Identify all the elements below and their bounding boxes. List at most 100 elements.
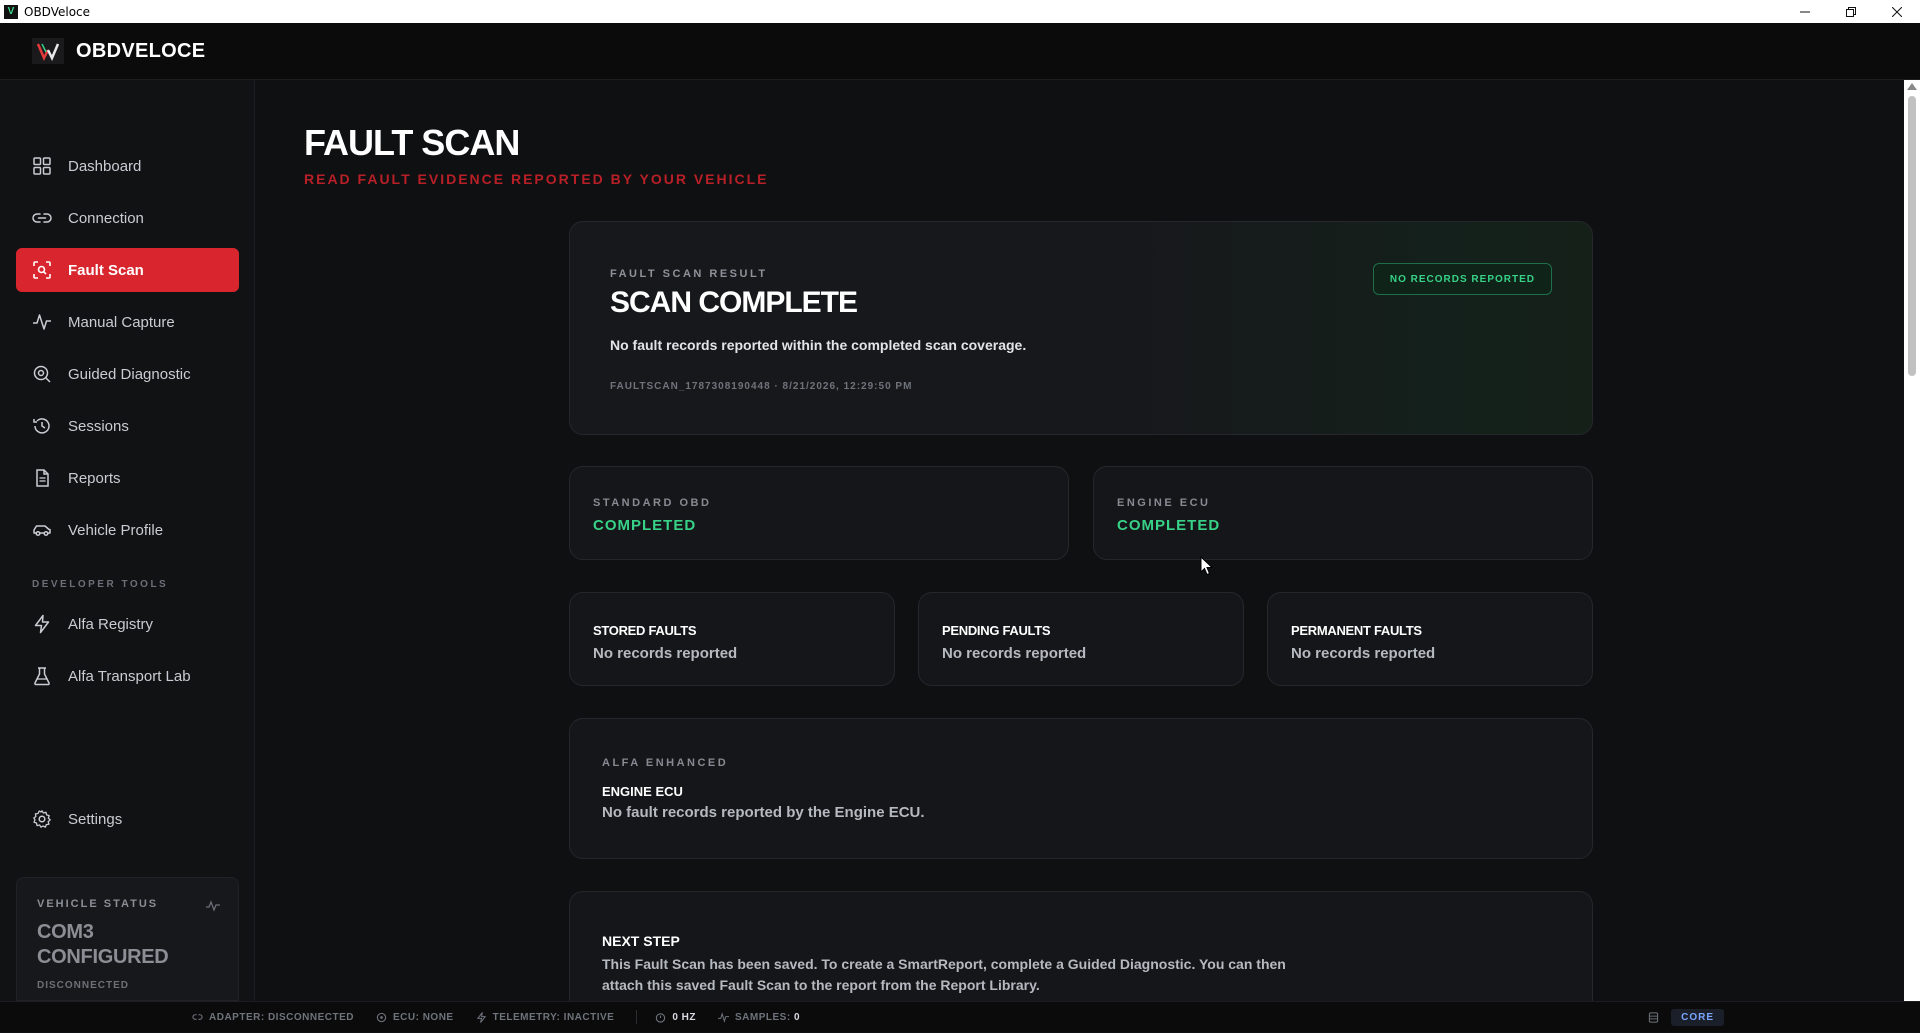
sidebar-item-label: Alfa Transport Lab <box>68 667 191 685</box>
sidebar-item-vehicle-profile[interactable]: Vehicle Profile <box>16 508 239 552</box>
pulse-icon <box>718 1011 730 1023</box>
window-titlebar: V OBDVeloce <box>0 0 1920 23</box>
document-icon <box>36 469 49 487</box>
ecu-status: ECU: NONE <box>376 1012 454 1023</box>
sidebar-item-connection[interactable]: Connection <box>16 196 239 240</box>
maximize-button[interactable] <box>1828 0 1874 23</box>
main-content: FAULT SCAN READ FAULT EVIDENCE REPORTED … <box>256 80 1904 1001</box>
fault-category-value: No records reported <box>593 645 738 662</box>
coverage-label: STANDARD OBD <box>593 497 712 509</box>
next-step-description: This Fault Scan has been saved. To creat… <box>602 956 1286 993</box>
result-meta: FAULTSCAN_1787308190448 · 8/21/2026, 12:… <box>610 381 913 392</box>
coverage-card-standard-obd: STANDARD OBD COMPLETED <box>569 466 1069 560</box>
next-step-heading: NEXT STEP <box>602 933 680 949</box>
sidebar: Dashboard Connection Fault Scan Manual C… <box>0 80 255 1001</box>
car-icon <box>33 525 51 537</box>
window-title: OBDVeloce <box>24 4 91 19</box>
coverage-value: COMPLETED <box>593 517 697 534</box>
result-description: No fault records reported within the com… <box>610 337 1027 353</box>
frequency-status: 0 HZ <box>655 1012 696 1023</box>
minimize-icon <box>1800 11 1810 12</box>
sidebar-item-label: Dashboard <box>68 157 142 175</box>
app-header: OBDVELOCE <box>0 23 1920 80</box>
result-heading: SCAN COMPLETE <box>610 286 858 319</box>
sidebar-item-dashboard[interactable]: Dashboard <box>16 144 239 188</box>
enhanced-label: ALFA ENHANCED <box>602 757 729 769</box>
sidebar-item-reports[interactable]: Reports <box>16 456 239 500</box>
sidebar-item-label: Connection <box>68 209 144 227</box>
scroll-up-icon[interactable] <box>1907 83 1917 90</box>
status-right: CORE <box>1648 1002 1724 1033</box>
enhanced-description: No fault records reported by the Engine … <box>602 804 925 821</box>
fault-category-value: No records reported <box>942 645 1087 662</box>
page-subtitle: READ FAULT EVIDENCE REPORTED BY YOUR VEH… <box>304 171 769 187</box>
history-icon <box>33 418 50 434</box>
sidebar-item-manual-capture[interactable]: Manual Capture <box>16 300 239 344</box>
app-icon: V <box>4 4 18 19</box>
coverage-card-engine-ecu: ENGINE ECU COMPLETED <box>1093 466 1593 560</box>
vehicle-status-value: COM3 CONFIGURED <box>37 921 169 968</box>
link-icon <box>192 1013 203 1020</box>
minimize-button[interactable] <box>1782 0 1828 23</box>
page-title: FAULT SCAN <box>304 122 520 163</box>
vehicle-status-label: VEHICLE STATUS <box>37 898 159 910</box>
bolt-icon <box>34 614 50 634</box>
result-label: FAULT SCAN RESULT <box>610 268 768 280</box>
gear-icon <box>33 810 51 828</box>
sidebar-item-sessions[interactable]: Sessions <box>16 404 239 448</box>
sidebar-item-label: Sessions <box>68 417 129 435</box>
database-icon <box>1648 1012 1659 1023</box>
grid-icon <box>33 157 51 175</box>
sidebar-item-label: Settings <box>68 810 123 828</box>
fault-category-label: PERMANENT FAULTS <box>1291 623 1422 638</box>
sidebar-item-label: Guided Diagnostic <box>68 365 191 383</box>
activity-icon <box>206 900 220 912</box>
close-icon <box>1892 6 1902 17</box>
developer-tools-label: DEVELOPER TOOLS <box>32 579 169 590</box>
sidebar-item-fault-scan[interactable]: Fault Scan <box>16 248 239 292</box>
core-mode-tag[interactable]: CORE <box>1671 1009 1724 1026</box>
sidebar-item-label: Vehicle Profile <box>68 521 164 539</box>
samples-status: SAMPLES: 0 <box>718 1012 800 1023</box>
sidebar-item-alfa-registry[interactable]: Alfa Registry <box>16 602 239 646</box>
coverage-value: COMPLETED <box>1117 517 1221 534</box>
main-scrollbar[interactable] <box>1904 80 1920 1001</box>
adapter-status: ADAPTER: DISCONNECTED <box>192 1012 354 1023</box>
coverage-label: ENGINE ECU <box>1117 497 1211 509</box>
timer-icon <box>656 1012 666 1023</box>
permanent-faults-card: PERMANENT FAULTS No records reported <box>1267 592 1593 686</box>
window-controls <box>1782 0 1920 23</box>
sidebar-item-label: Fault Scan <box>68 261 144 279</box>
scroll-thumb[interactable] <box>1908 96 1916 376</box>
vehicle-connection-state: DISCONNECTED <box>37 980 130 991</box>
sidebar-item-label: Reports <box>68 469 121 487</box>
scan-icon <box>33 261 51 279</box>
telemetry-status: TELEMETRY: INACTIVE <box>476 1012 615 1023</box>
enhanced-heading: ENGINE ECU <box>602 784 683 799</box>
next-step-card: NEXT STEP This Fault Scan has been saved… <box>569 891 1593 1001</box>
sidebar-item-label: Alfa Registry <box>68 615 154 633</box>
close-button[interactable] <box>1874 0 1920 23</box>
sidebar-item-guided-diagnostic[interactable]: Guided Diagnostic <box>16 352 239 396</box>
restore-icon <box>1846 6 1856 17</box>
status-divider <box>636 1010 638 1024</box>
vehicle-status-card: VEHICLE STATUS COM3 CONFIGURED DISCONNEC… <box>16 877 239 1001</box>
sidebar-item-settings[interactable]: Settings <box>16 797 239 841</box>
mouse-cursor-icon <box>1200 556 1214 576</box>
status-bar: ADAPTER: DISCONNECTED ECU: NONE TELEMETR… <box>0 1001 1920 1032</box>
link-icon <box>32 213 52 223</box>
stored-faults-card: STORED FAULTS No records reported <box>569 592 895 686</box>
fault-category-value: No records reported <box>1291 645 1436 662</box>
pulse-icon <box>33 314 51 330</box>
fault-scan-result-card: FAULT SCAN RESULT SCAN COMPLETE No fault… <box>569 221 1593 435</box>
search-icon <box>33 365 51 383</box>
alfa-enhanced-card: ALFA ENHANCED ENGINE ECU No fault record… <box>569 718 1593 859</box>
flask-icon <box>34 667 50 686</box>
sidebar-item-alfa-transport-lab[interactable]: Alfa Transport Lab <box>16 654 239 698</box>
chip-icon <box>376 1012 387 1022</box>
fault-category-label: STORED FAULTS <box>593 623 697 638</box>
pending-faults-card: PENDING FAULTS No records reported <box>918 592 1244 686</box>
fault-category-label: PENDING FAULTS <box>942 623 1051 638</box>
sidebar-item-label: Manual Capture <box>68 313 175 331</box>
logo-text: OBDVELOCE <box>76 39 206 62</box>
